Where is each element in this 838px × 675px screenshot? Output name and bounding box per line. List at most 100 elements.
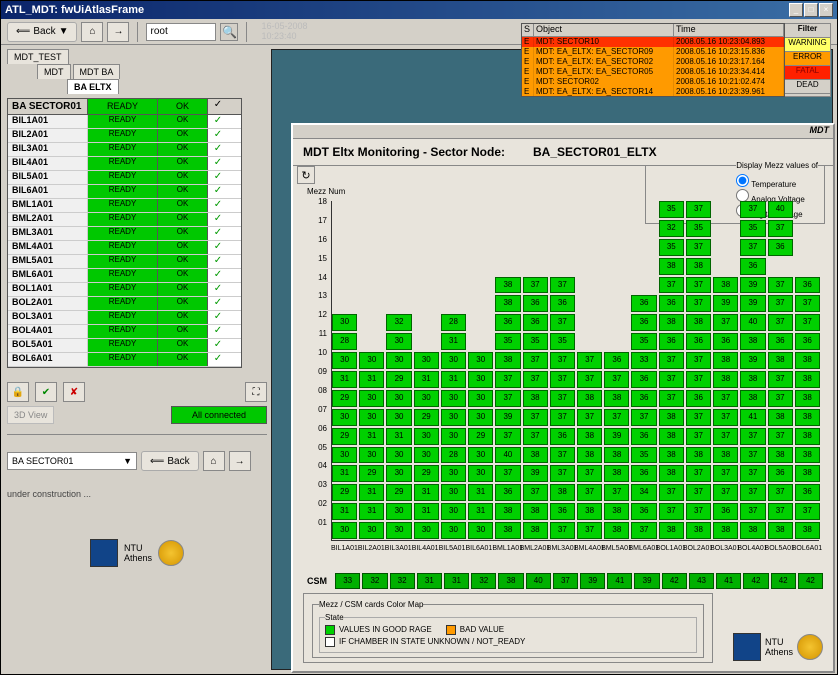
alarm-row[interactable]: EMDT: EA_ELTX: EA_SECTOR142008.05.16 10:…	[522, 87, 784, 97]
mezz-cell[interactable]: 37	[604, 371, 629, 388]
mezz-cell[interactable]: 30	[386, 409, 411, 426]
mezz-cell[interactable]: 37	[795, 295, 820, 312]
mezz-cell[interactable]: 40	[740, 314, 765, 331]
mezz-cell[interactable]: 31	[414, 371, 439, 388]
mezz-cell[interactable]: 30	[332, 314, 357, 331]
nav-forward-icon[interactable]: →	[229, 451, 251, 471]
mezz-cell[interactable]: 37	[659, 277, 684, 294]
mezz-cell[interactable]: 37	[713, 314, 738, 331]
mezz-cell[interactable]: 37	[740, 484, 765, 501]
csm-cell[interactable]: 39	[580, 573, 605, 589]
mezz-cell[interactable]: 30	[441, 503, 466, 520]
mezz-cell[interactable]: 40	[495, 447, 520, 464]
col-object[interactable]: Object	[534, 24, 674, 36]
mezz-cell[interactable]: 30	[359, 522, 384, 539]
mezz-cell[interactable]: 30	[332, 447, 357, 464]
close-button[interactable]: ×	[819, 3, 833, 17]
mezz-cell[interactable]: 31	[359, 371, 384, 388]
mezz-cell[interactable]: 39	[740, 295, 765, 312]
mezz-cell[interactable]: 39	[523, 465, 548, 482]
mezz-cell[interactable]: 30	[359, 409, 384, 426]
mezz-cell[interactable]: 39	[604, 428, 629, 445]
mezz-cell[interactable]: 38	[686, 447, 711, 464]
mezz-cell[interactable]: 37	[740, 428, 765, 445]
csm-cell[interactable]: 31	[417, 573, 442, 589]
mezz-cell[interactable]: 36	[686, 333, 711, 350]
filter-warning[interactable]: WARNING	[785, 38, 830, 52]
mezz-cell[interactable]: 37	[577, 484, 602, 501]
mezz-cell[interactable]: 37	[659, 390, 684, 407]
alarm-row[interactable]: EMDT: EA_ELTX: EA_SECTOR052008.05.16 10:…	[522, 67, 784, 77]
mezz-cell[interactable]: 37	[659, 352, 684, 369]
mezz-cell[interactable]: 38	[495, 522, 520, 539]
mezz-cell[interactable]: 31	[359, 503, 384, 520]
mezz-cell[interactable]: 30	[386, 447, 411, 464]
mezz-cell[interactable]: 38	[713, 371, 738, 388]
mezz-cell[interactable]: 30	[359, 390, 384, 407]
mezz-cell[interactable]: 37	[713, 484, 738, 501]
mezz-cell[interactable]: 36	[631, 314, 656, 331]
mezz-cell[interactable]: 36	[523, 314, 548, 331]
mezz-cell[interactable]: 38	[713, 277, 738, 294]
mezz-cell[interactable]: 38	[768, 409, 793, 426]
mezz-cell[interactable]: 38	[550, 484, 575, 501]
nav-home-icon[interactable]: ⌂	[203, 451, 225, 471]
mezz-cell[interactable]: 28	[441, 447, 466, 464]
mezz-cell[interactable]: 38	[577, 428, 602, 445]
mezz-cell[interactable]: 37	[495, 465, 520, 482]
mezz-cell[interactable]: 30	[332, 409, 357, 426]
mezz-cell[interactable]: 38	[659, 522, 684, 539]
sector-combo[interactable]: BA SECTOR01 ▼	[7, 452, 137, 470]
tab-mdt-ba[interactable]: MDT BA	[73, 64, 121, 79]
mezz-cell[interactable]: 37	[768, 428, 793, 445]
mezz-cell[interactable]: 30	[468, 465, 493, 482]
mezz-cell[interactable]: 32	[659, 220, 684, 237]
mezz-cell[interactable]: 37	[768, 371, 793, 388]
csm-cell[interactable]: 31	[444, 573, 469, 589]
col-s[interactable]: S	[522, 24, 534, 36]
mezz-cell[interactable]: 30	[414, 390, 439, 407]
mezz-cell[interactable]: 37	[550, 465, 575, 482]
mezz-cell[interactable]: 34	[631, 484, 656, 501]
mezz-cell[interactable]: 37	[659, 371, 684, 388]
tab-mdt-test[interactable]: MDT_TEST	[7, 49, 69, 64]
mezz-cell[interactable]: 37	[523, 428, 548, 445]
mezz-cell[interactable]: 38	[713, 352, 738, 369]
mezz-cell[interactable]: 39	[713, 295, 738, 312]
mezz-cell[interactable]: 39	[740, 277, 765, 294]
mezz-cell[interactable]: 37	[550, 314, 575, 331]
mezz-cell[interactable]: 37	[604, 484, 629, 501]
mezz-cell[interactable]: 37	[686, 295, 711, 312]
mezz-cell[interactable]: 38	[523, 447, 548, 464]
forward-icon[interactable]: →	[107, 22, 129, 42]
mezz-cell[interactable]: 41	[740, 409, 765, 426]
sector-row[interactable]: BIL5A01READYOK✓	[8, 171, 241, 185]
mezz-cell[interactable]: 38	[795, 409, 820, 426]
mezz-cell[interactable]: 32	[386, 314, 411, 331]
mezz-cell[interactable]: 30	[332, 352, 357, 369]
mezz-cell[interactable]: 38	[577, 503, 602, 520]
mezz-cell[interactable]: 37	[768, 295, 793, 312]
mezz-cell[interactable]: 38	[495, 352, 520, 369]
csm-cell[interactable]: 33	[335, 573, 360, 589]
mezz-cell[interactable]: 30	[386, 465, 411, 482]
mezz-cell[interactable]: 37	[740, 465, 765, 482]
mezz-cell[interactable]: 29	[414, 465, 439, 482]
sector-row[interactable]: BML6A01READYOK✓	[8, 269, 241, 283]
sector-row[interactable]: BOL3A01READYOK✓	[8, 311, 241, 325]
mezz-cell[interactable]: 37	[550, 277, 575, 294]
mezz-cell[interactable]: 38	[795, 371, 820, 388]
mezz-cell[interactable]: 38	[768, 352, 793, 369]
mezz-cell[interactable]: 37	[686, 277, 711, 294]
mezz-cell[interactable]: 38	[686, 314, 711, 331]
mezz-cell[interactable]: 36	[740, 258, 765, 275]
mezz-cell[interactable]: 37	[550, 409, 575, 426]
check-icon[interactable]: ✔	[35, 382, 57, 402]
mezz-cell[interactable]: 29	[468, 428, 493, 445]
mezz-cell[interactable]: 30	[468, 409, 493, 426]
mezz-cell[interactable]: 30	[441, 390, 466, 407]
mezz-cell[interactable]: 30	[386, 390, 411, 407]
mezz-cell[interactable]: 37	[523, 484, 548, 501]
sector-row[interactable]: BML4A01READYOK✓	[8, 241, 241, 255]
csm-cell[interactable]: 32	[390, 573, 415, 589]
